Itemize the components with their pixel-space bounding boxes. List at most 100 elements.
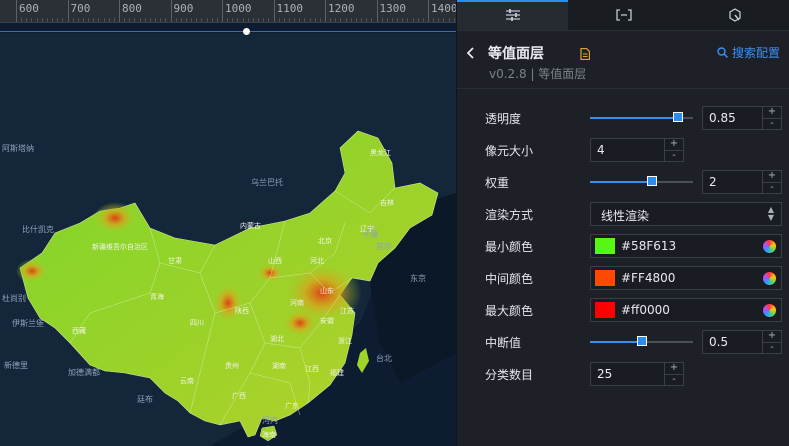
ruler-minor-tick: [165, 18, 167, 22]
config-panel: 等值面层 v0.2.8 | 等值面层 搜索配置 透明度 0.85 + - 像元大小…: [456, 0, 789, 446]
decrement-button[interactable]: -: [665, 375, 683, 386]
tab-style[interactable]: [457, 0, 568, 30]
max-color-swatch[interactable]: [595, 302, 615, 318]
editor-canvas[interactable]: 600 700 800 900 1000 1100 1200 1300 1400: [0, 0, 456, 446]
ruler-minor-tick: [139, 18, 141, 22]
map-city-label: 阿斯塔纳: [2, 143, 34, 153]
class-count-stepper[interactable]: + -: [664, 363, 683, 385]
hotspot: [212, 283, 244, 323]
weight-input[interactable]: 2 + -: [702, 170, 782, 194]
ruler-minor-tick: [407, 18, 409, 22]
component-title: 等值面层: [488, 46, 544, 62]
horizontal-ruler[interactable]: 600 700 800 900 1000 1100 1200 1300 1400: [0, 0, 456, 23]
ruler-minor-tick: [180, 18, 182, 22]
prop-weight: 权重 2 + -: [457, 170, 789, 194]
map-city-label: 乌兰巴托: [251, 177, 283, 187]
break-value-stepper[interactable]: + -: [762, 331, 781, 353]
interaction-icon: [728, 8, 741, 22]
min-color-picker[interactable]: #58F613: [590, 234, 782, 258]
color-wheel-icon[interactable]: [763, 272, 776, 285]
search-config-button[interactable]: 搜索配置: [717, 44, 780, 61]
ruler-tick: [67, 0, 69, 22]
break-value-slider[interactable]: [590, 336, 693, 346]
ruler-minor-tick: [21, 18, 23, 22]
ruler-minor-tick: [41, 18, 43, 22]
ruler-minor-tick: [155, 18, 157, 22]
search-icon: [717, 47, 728, 58]
pixel-size-input[interactable]: 4 + -: [590, 138, 684, 162]
ruler-minor-tick: [242, 18, 244, 22]
ruler-minor-tick: [26, 18, 28, 22]
ruler-minor-tick: [77, 18, 79, 22]
isoline-map[interactable]: 阿斯塔纳比什凯克乌兰巴托杜尚别伊斯兰堡新德里加德满都廷布河内首尔平壤东京台北 新…: [0, 23, 456, 446]
ruler-tick: [273, 0, 275, 22]
ruler-minor-tick: [319, 18, 321, 22]
decrement-button[interactable]: -: [665, 151, 683, 162]
render-mode-label: 渲染方式: [485, 208, 534, 222]
ruler-minor-tick: [386, 18, 388, 22]
province-label: 新疆维吾尔自治区: [92, 242, 148, 251]
class-count-value: 25: [597, 367, 613, 381]
panel-tabs: [457, 0, 789, 31]
province-label: 黑龙江: [370, 148, 391, 157]
break-value-slider-thumb[interactable]: [636, 336, 647, 346]
pixel-size-stepper[interactable]: + -: [664, 139, 683, 161]
tab-interaction[interactable]: [679, 0, 789, 30]
prop-class-count: 分类数目 25 + -: [457, 362, 789, 386]
opacity-slider[interactable]: [590, 112, 693, 122]
ruler-minor-tick: [103, 18, 105, 22]
ruler-minor-tick: [72, 18, 74, 22]
ruler-minor-tick: [108, 18, 110, 22]
ruler-minor-tick: [134, 18, 136, 22]
opacity-stepper[interactable]: + -: [762, 107, 781, 129]
ruler-minor-tick: [283, 18, 285, 22]
ruler-minor-tick: [98, 18, 100, 22]
chevron-left-icon: [466, 47, 474, 59]
break-value-input[interactable]: 0.5 + -: [702, 330, 782, 354]
color-wheel-icon[interactable]: [763, 240, 776, 253]
decrement-button[interactable]: -: [763, 343, 781, 354]
ruler-minor-tick: [206, 18, 208, 22]
weight-slider-fill: [590, 181, 652, 183]
opacity-input[interactable]: 0.85 + -: [702, 106, 782, 130]
map-city-label: 比什凯克: [22, 224, 54, 234]
resize-handle[interactable]: [243, 28, 250, 35]
color-wheel-icon[interactable]: [763, 304, 776, 317]
ruler-minor-tick: [443, 18, 445, 22]
mid-color-label: 中间颜色: [485, 272, 534, 286]
tab-data[interactable]: [568, 0, 679, 30]
document-icon[interactable]: [580, 45, 591, 64]
ruler-minor-tick: [355, 18, 357, 22]
render-mode-value: 线性渲染: [601, 209, 650, 223]
opacity-slider-thumb[interactable]: [672, 112, 683, 122]
mid-color-picker[interactable]: #FF4800: [590, 266, 782, 290]
province-label: 河北: [310, 257, 324, 265]
max-color-picker[interactable]: #ff0000: [590, 298, 782, 322]
mid-color-swatch[interactable]: [595, 270, 615, 286]
map-city-label: 东京: [410, 273, 426, 283]
ruler-minor-tick: [201, 18, 203, 22]
weight-slider[interactable]: [590, 176, 693, 186]
weight-slider-thumb[interactable]: [646, 176, 657, 186]
province-label: 辽宁: [360, 224, 374, 233]
render-mode-select[interactable]: 线性渲染 ▲ ▼: [590, 202, 782, 226]
ruler-minor-tick: [252, 18, 254, 22]
province-label: 安徽: [320, 316, 334, 325]
decrement-button[interactable]: -: [763, 183, 781, 194]
class-count-input[interactable]: 25 + -: [590, 362, 684, 386]
ruler-label: 600: [19, 2, 39, 15]
decrement-button[interactable]: -: [763, 119, 781, 130]
ruler-minor-tick: [196, 18, 198, 22]
weight-stepper[interactable]: + -: [762, 171, 781, 193]
min-color-swatch[interactable]: [595, 238, 615, 254]
ruler-tick: [170, 0, 172, 22]
ruler-minor-tick: [191, 18, 193, 22]
back-button[interactable]: [466, 44, 475, 63]
ruler-tick: [16, 0, 17, 22]
prop-min-color: 最小颜色 #58F613: [457, 234, 789, 258]
ruler-minor-tick: [160, 18, 162, 22]
province-label: 山西: [268, 256, 282, 265]
ruler-minor-tick: [448, 18, 450, 22]
weight-value: 2: [709, 175, 717, 189]
province-label: 湖北: [270, 334, 284, 343]
